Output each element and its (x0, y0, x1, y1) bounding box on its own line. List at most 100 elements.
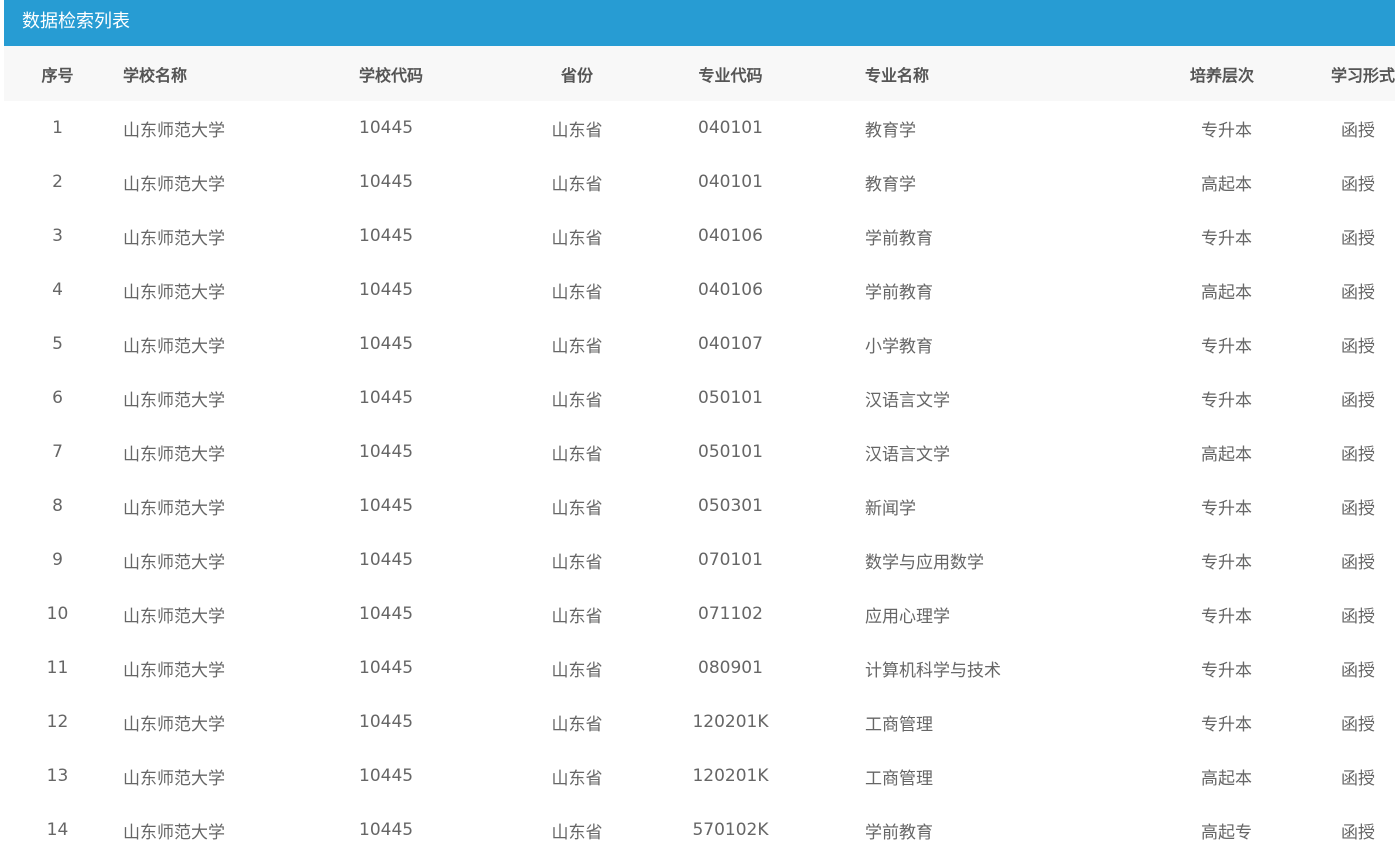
cell-index: 1 (52, 118, 63, 138)
cell-major-name: 教育学 (865, 120, 916, 141)
cell-school-name: 山东师范大学 (123, 822, 225, 843)
cell-level: 高起本 (1201, 174, 1252, 195)
cell-province: 山东省 (551, 282, 603, 303)
cell-level: 专升本 (1201, 498, 1252, 519)
cell-province: 山东省 (551, 336, 603, 357)
cell-index: 10 (46, 604, 69, 624)
column-header-school-code: 学校代码 (340, 46, 506, 101)
cell-major-name: 计算机科学与技术 (865, 660, 1001, 681)
cell-major-code: 040107 (698, 334, 763, 354)
table-row: 11 山东师范大学 10445 山东省 080901 计算机科学与技术 专升本 函授 (4, 641, 1395, 695)
cell-province: 山东省 (551, 498, 603, 519)
column-header-major-code: 专业代码 (648, 46, 813, 101)
cell-school-code: 10445 (359, 550, 414, 570)
cell-index: 6 (52, 388, 63, 408)
cell-index: 12 (46, 712, 69, 732)
cell-level: 专升本 (1201, 336, 1252, 357)
cell-school-name: 山东师范大学 (123, 120, 225, 141)
cell-level: 专升本 (1201, 660, 1252, 681)
cell-study-mode: 函授 (1341, 390, 1375, 411)
table-header-row: 序号 学校名称 学校代码 省份 专业代码 专业名称 培养层次 学习形式 (4, 46, 1395, 101)
cell-study-mode: 函授 (1341, 282, 1375, 303)
cell-level: 高起专 (1201, 822, 1252, 843)
cell-major-code: 050101 (698, 442, 763, 462)
cell-index: 3 (52, 226, 63, 246)
cell-province: 山东省 (551, 120, 603, 141)
cell-major-name: 工商管理 (865, 768, 933, 789)
cell-level: 高起本 (1201, 768, 1252, 789)
cell-major-code: 040101 (698, 172, 763, 192)
cell-level: 专升本 (1201, 606, 1252, 627)
cell-index: 14 (46, 820, 69, 840)
cell-province: 山东省 (551, 606, 603, 627)
cell-school-code: 10445 (359, 280, 414, 300)
cell-study-mode: 函授 (1341, 336, 1375, 357)
cell-major-name: 应用心理学 (865, 606, 950, 627)
column-header-index: 序号 (4, 46, 111, 101)
cell-major-name: 工商管理 (865, 714, 933, 735)
cell-study-mode: 函授 (1341, 660, 1375, 681)
cell-study-mode: 函授 (1341, 228, 1375, 249)
cell-major-code: 570102K (692, 820, 769, 840)
cell-school-code: 10445 (359, 172, 414, 192)
cell-major-code: 070101 (698, 550, 763, 570)
cell-index: 13 (46, 766, 69, 786)
cell-study-mode: 函授 (1341, 822, 1375, 843)
cell-major-code: 050101 (698, 388, 763, 408)
cell-level: 专升本 (1201, 552, 1252, 573)
cell-index: 11 (46, 658, 69, 678)
cell-province: 山东省 (551, 660, 603, 681)
cell-school-name: 山东师范大学 (123, 282, 225, 303)
cell-school-name: 山东师范大学 (123, 552, 225, 573)
column-header-level: 培养层次 (1057, 46, 1272, 101)
cell-major-name: 学前教育 (865, 822, 933, 843)
cell-major-name: 新闻学 (865, 498, 916, 519)
cell-study-mode: 函授 (1341, 174, 1375, 195)
cell-major-name: 汉语言文学 (865, 390, 950, 411)
cell-index: 2 (52, 172, 63, 192)
cell-level: 高起本 (1201, 282, 1252, 303)
table-row: 12 山东师范大学 10445 山东省 120201K 工商管理 专升本 函授 (4, 695, 1395, 749)
cell-level: 专升本 (1201, 228, 1252, 249)
cell-school-code: 10445 (359, 388, 414, 408)
cell-school-name: 山东师范大学 (123, 714, 225, 735)
cell-school-name: 山东师范大学 (123, 336, 225, 357)
cell-major-name: 学前教育 (865, 228, 933, 249)
cell-major-code: 071102 (698, 604, 763, 624)
cell-major-code: 040106 (698, 280, 763, 300)
cell-major-name: 数学与应用数学 (865, 552, 984, 573)
cell-index: 4 (52, 280, 63, 300)
table-header: 序号 学校名称 学校代码 省份 专业代码 专业名称 培养层次 学习形式 (4, 46, 1395, 101)
table-row: 2 山东师范大学 10445 山东省 040101 教育学 高起本 函授 (4, 155, 1395, 209)
column-header-province: 省份 (506, 46, 648, 101)
cell-school-code: 10445 (359, 712, 414, 732)
cell-province: 山东省 (551, 390, 603, 411)
table-row: 6 山东师范大学 10445 山东省 050101 汉语言文学 专升本 函授 (4, 371, 1395, 425)
cell-school-code: 10445 (359, 334, 414, 354)
cell-school-name: 山东师范大学 (123, 444, 225, 465)
table-row: 14 山东师范大学 10445 山东省 570102K 学前教育 高起专 函授 (4, 803, 1395, 853)
table-row: 3 山东师范大学 10445 山东省 040106 学前教育 专升本 函授 (4, 209, 1395, 263)
cell-study-mode: 函授 (1341, 606, 1375, 627)
cell-major-code: 080901 (698, 658, 763, 678)
table-body: 1 山东师范大学 10445 山东省 040101 教育学 专升本 函授 2 山东师范大学 1044… (4, 101, 1395, 853)
table-row: 4 山东师范大学 10445 山东省 040106 学前教育 高起本 函授 (4, 263, 1395, 317)
cell-major-name: 小学教育 (865, 336, 933, 357)
cell-school-code: 10445 (359, 604, 414, 624)
table-row: 1 山东师范大学 10445 山东省 040101 教育学 专升本 函授 (4, 101, 1395, 155)
cell-province: 山东省 (551, 822, 603, 843)
data-search-panel: 数据检索列表 序号 学校名称 学校代码 省份 专业代码 专业名称 培养层次 学习… (4, 0, 1395, 853)
cell-school-name: 山东师范大学 (123, 498, 225, 519)
cell-major-name: 教育学 (865, 174, 916, 195)
cell-school-name: 山东师范大学 (123, 390, 225, 411)
cell-study-mode: 函授 (1341, 768, 1375, 789)
cell-school-name: 山东师范大学 (123, 768, 225, 789)
cell-province: 山东省 (551, 552, 603, 573)
cell-major-name: 学前教育 (865, 282, 933, 303)
column-header-school-name: 学校名称 (111, 46, 340, 101)
cell-province: 山东省 (551, 768, 603, 789)
cell-province: 山东省 (551, 444, 603, 465)
panel-title: 数据检索列表 (4, 0, 1395, 46)
cell-study-mode: 函授 (1341, 120, 1375, 141)
cell-index: 8 (52, 496, 63, 516)
